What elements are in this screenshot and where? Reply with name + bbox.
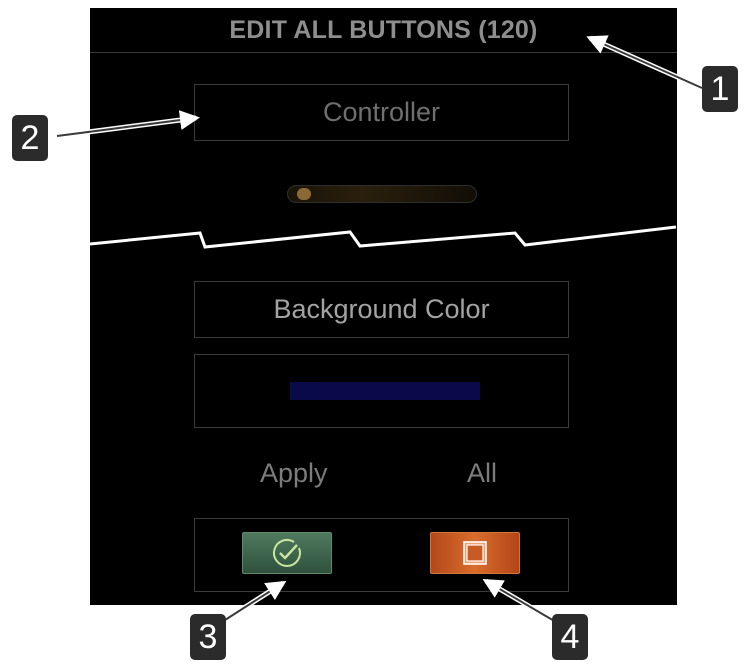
callout-3: 3 xyxy=(190,614,226,660)
callout-4: 4 xyxy=(552,614,588,660)
callout-2: 2 xyxy=(12,115,48,161)
callout-1: 1 xyxy=(702,66,738,112)
callout-arrows xyxy=(56,35,704,625)
